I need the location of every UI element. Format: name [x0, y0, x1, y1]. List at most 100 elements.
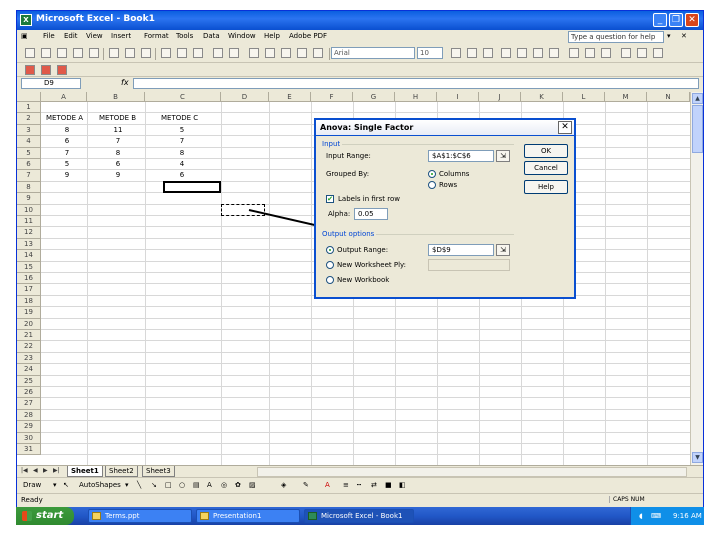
- align-right-icon[interactable]: [533, 48, 543, 58]
- taskbar-item-terms[interactable]: Terms.ppt: [88, 509, 192, 523]
- next-sheet-icon[interactable]: ▶: [43, 467, 48, 474]
- font-size-combo[interactable]: 10: [417, 47, 443, 59]
- input-range-field[interactable]: $A$1:$C$6: [428, 150, 494, 162]
- arrow-style-icon[interactable]: ⇄: [371, 481, 377, 489]
- menu-file[interactable]: File: [43, 32, 55, 40]
- draw-menu[interactable]: Draw: [23, 481, 41, 489]
- doc-icon[interactable]: ▣: [21, 32, 28, 40]
- select-objects-icon[interactable]: ↖: [63, 481, 69, 489]
- columns-radio[interactable]: [428, 170, 436, 178]
- scroll-up-icon[interactable]: ▲: [692, 93, 703, 104]
- diagram-icon[interactable]: ◎: [221, 481, 227, 489]
- rows-radio[interactable]: [428, 181, 436, 189]
- tray-clock[interactable]: 9:16 AM: [673, 507, 702, 525]
- ok-button[interactable]: OK: [524, 144, 568, 158]
- horizontal-scrollbar[interactable]: [257, 467, 687, 477]
- autosum-icon[interactable]: [265, 48, 275, 58]
- output-range-collapse-icon[interactable]: ⇲: [496, 244, 510, 256]
- menu-edit[interactable]: Edit: [64, 32, 78, 40]
- cut-icon[interactable]: [161, 48, 171, 58]
- taskbar-item-excel[interactable]: Microsoft Excel - Book1: [304, 509, 414, 523]
- save-icon[interactable]: [57, 48, 67, 58]
- spelling-icon[interactable]: [141, 48, 151, 58]
- permission-icon[interactable]: [73, 48, 83, 58]
- dash-style-icon[interactable]: ┅: [357, 481, 361, 489]
- dialog-close-icon[interactable]: ✕: [558, 121, 572, 134]
- menu-help[interactable]: Help: [264, 32, 280, 40]
- menu-tools[interactable]: Tools: [176, 32, 193, 40]
- fill-color-draw-icon[interactable]: ◈: [281, 481, 286, 489]
- drawing-icon[interactable]: [313, 48, 323, 58]
- shadow-icon[interactable]: ■: [385, 481, 392, 489]
- name-box[interactable]: D9: [21, 78, 81, 89]
- tray-language-icon[interactable]: ⌨: [651, 507, 661, 525]
- decrease-indent-icon[interactable]: [601, 48, 611, 58]
- scroll-thumb[interactable]: [692, 105, 703, 153]
- menu-view[interactable]: View: [86, 32, 103, 40]
- autoshapes-menu[interactable]: AutoShapes: [79, 481, 121, 489]
- new-workbook-radio[interactable]: [326, 276, 334, 284]
- labels-label[interactable]: Labels in first row: [338, 195, 400, 203]
- picture-icon[interactable]: ▨: [249, 481, 256, 489]
- ask-dropdown-icon[interactable]: ▾: [667, 32, 671, 40]
- sort-ascending-icon[interactable]: [281, 48, 291, 58]
- menu-data[interactable]: Data: [203, 32, 220, 40]
- prev-sheet-icon[interactable]: ◀: [33, 467, 38, 474]
- menu-adobe-pdf[interactable]: Adobe PDF: [289, 32, 327, 40]
- dialog-title-bar[interactable]: Anova: Single Factor ✕: [316, 120, 574, 136]
- pdf-review-icon[interactable]: [57, 65, 67, 75]
- taskbar-item-presentation[interactable]: Presentation1: [196, 509, 300, 523]
- font-name-combo[interactable]: Arial: [331, 47, 415, 59]
- formula-input[interactable]: [133, 78, 699, 89]
- rectangle-icon[interactable]: □: [165, 481, 172, 489]
- align-center-icon[interactable]: [517, 48, 527, 58]
- input-range-collapse-icon[interactable]: ⇲: [496, 150, 510, 162]
- menu-format[interactable]: Format: [144, 32, 169, 40]
- underline-icon[interactable]: [483, 48, 493, 58]
- currency-icon[interactable]: [569, 48, 579, 58]
- output-range-label[interactable]: Output Range:: [337, 246, 388, 254]
- sheet-tab-1[interactable]: Sheet1: [67, 466, 103, 477]
- restore-button[interactable]: ❐: [669, 13, 683, 27]
- bold-icon[interactable]: [451, 48, 461, 58]
- doc-close-icon[interactable]: ✕: [681, 32, 687, 40]
- percent-icon[interactable]: [585, 48, 595, 58]
- labels-checkbox[interactable]: ✔: [326, 195, 334, 203]
- title-bar[interactable]: X Microsoft Excel - Book1 _ ❐ ✕: [17, 11, 703, 30]
- menu-insert[interactable]: Insert: [111, 32, 131, 40]
- textbox-icon[interactable]: ▤: [193, 481, 200, 489]
- fill-color-icon[interactable]: [637, 48, 647, 58]
- borders-icon[interactable]: [621, 48, 631, 58]
- autoshapes-dropdown-icon[interactable]: ▾: [125, 481, 129, 489]
- arrow-icon[interactable]: ↘: [151, 481, 157, 489]
- alpha-field[interactable]: 0.05: [354, 208, 388, 220]
- copy-icon[interactable]: [177, 48, 187, 58]
- 3d-icon[interactable]: ◧: [399, 481, 406, 489]
- scroll-down-icon[interactable]: ▼: [692, 452, 703, 463]
- first-sheet-icon[interactable]: |◀: [21, 467, 28, 474]
- new-worksheet-radio[interactable]: [326, 261, 334, 269]
- merge-center-icon[interactable]: [549, 48, 559, 58]
- close-button[interactable]: ✕: [685, 13, 699, 27]
- vertical-scrollbar[interactable]: ▲ ▼: [690, 92, 703, 465]
- tray-volume-icon[interactable]: ◖: [639, 507, 643, 525]
- chart-wizard-icon[interactable]: [297, 48, 307, 58]
- undo-icon[interactable]: [213, 48, 223, 58]
- columns-label[interactable]: Columns: [439, 170, 469, 178]
- email-icon[interactable]: [89, 48, 99, 58]
- new-icon[interactable]: [25, 48, 35, 58]
- convert-pdf-icon[interactable]: [25, 65, 35, 75]
- line-style-icon[interactable]: ≡: [343, 481, 349, 489]
- print-icon[interactable]: [109, 48, 119, 58]
- clipart-icon[interactable]: ✿: [235, 481, 241, 489]
- menu-window[interactable]: Window: [228, 32, 256, 40]
- paste-icon[interactable]: [193, 48, 203, 58]
- last-sheet-icon[interactable]: ▶|: [53, 467, 60, 474]
- pdf-email-icon[interactable]: [41, 65, 51, 75]
- ask-question-box[interactable]: Type a question for help: [568, 31, 664, 43]
- oval-icon[interactable]: ○: [179, 481, 185, 489]
- output-range-radio[interactable]: [326, 246, 334, 254]
- italic-icon[interactable]: [467, 48, 477, 58]
- new-worksheet-label[interactable]: New Worksheet Ply:: [337, 261, 406, 269]
- start-button[interactable]: start: [16, 507, 74, 525]
